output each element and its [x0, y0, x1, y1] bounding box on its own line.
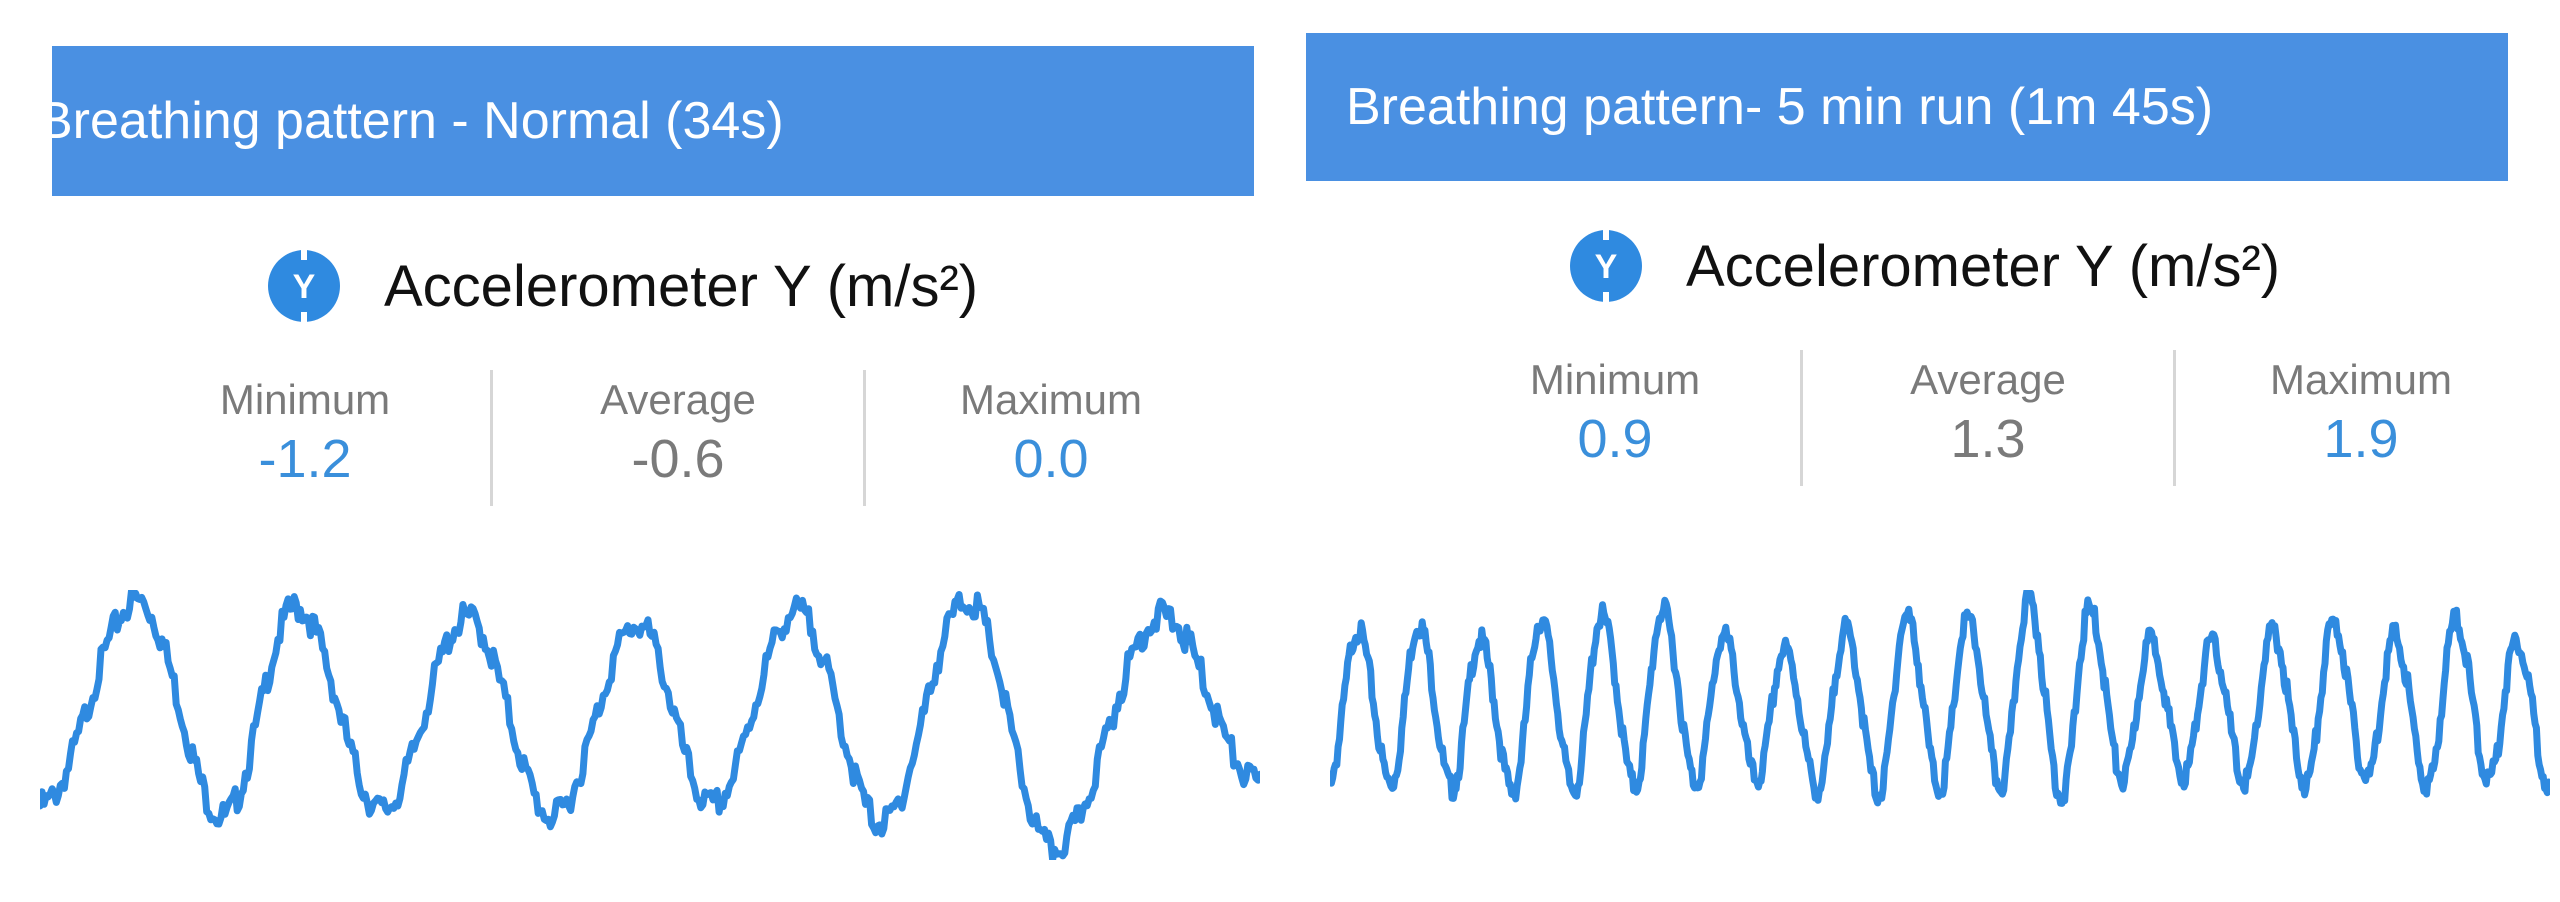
accelerometer-trace-chart — [40, 590, 1260, 860]
stat-label: Average — [600, 376, 756, 423]
stat-value: -1.2 — [258, 429, 352, 489]
stat-average: Average 1.3 — [1800, 350, 2173, 486]
sensor-title: Accelerometer Y (m/s²) — [1686, 233, 2281, 299]
accelerometer-trace-line — [1330, 590, 2550, 807]
accelerometer-trace-chart — [1330, 590, 2550, 807]
stat-label: Maximum — [959, 376, 1142, 423]
stat-value: 0.9 — [1577, 409, 1653, 469]
stat-minimum: Minimum 0.9 — [1430, 350, 1800, 486]
accelerometer-y-icon: Y — [1570, 230, 1642, 302]
banner: Breathing pattern - Normal (34s) — [38, 46, 1254, 196]
stats-row: Minimum -1.2 Average -0.6 Maximum 0.0 — [120, 370, 1236, 506]
stat-minimum: Minimum -1.2 — [120, 370, 490, 506]
sensor-header: Y Accelerometer Y (m/s²) — [1570, 230, 2280, 302]
icon-letter: Y — [293, 268, 316, 306]
stats-row: Minimum 0.9 Average 1.3 Maximum 1.9 — [1430, 350, 2546, 486]
stat-value: -0.6 — [631, 429, 725, 489]
stat-average: Average -0.6 — [490, 370, 863, 506]
banner-title: Breathing pattern- 5 min run (1m 45s) — [1346, 78, 2214, 136]
banner-title: Breathing pattern - Normal (34s) — [38, 92, 784, 150]
icon-letter: Y — [1595, 248, 1618, 286]
stat-label: Maximum — [2269, 356, 2452, 403]
stat-maximum: Maximum 1.9 — [2173, 350, 2546, 486]
stat-label: Minimum — [1529, 356, 1701, 403]
stat-value: 1.9 — [2323, 409, 2399, 469]
stat-label: Average — [1910, 356, 2066, 403]
stat-value: 0.0 — [1013, 429, 1089, 489]
stat-value: 1.3 — [1950, 409, 2026, 469]
sensor-header: Y Accelerometer Y (m/s²) — [268, 250, 978, 322]
stat-label: Minimum — [219, 376, 391, 423]
banner: Breathing pattern- 5 min run (1m 45s) — [1306, 33, 2508, 181]
sensor-title: Accelerometer Y (m/s²) — [384, 253, 979, 319]
panel-run-breathing: Breathing pattern- 5 min run (1m 45s) Y … — [1300, 0, 2560, 902]
accelerometer-trace-line — [40, 590, 1260, 860]
stat-maximum: Maximum 0.0 — [863, 370, 1236, 506]
panel-normal-breathing: Breathing pattern - Normal (34s) Y Accel… — [0, 0, 1300, 902]
accelerometer-y-icon: Y — [268, 250, 340, 322]
